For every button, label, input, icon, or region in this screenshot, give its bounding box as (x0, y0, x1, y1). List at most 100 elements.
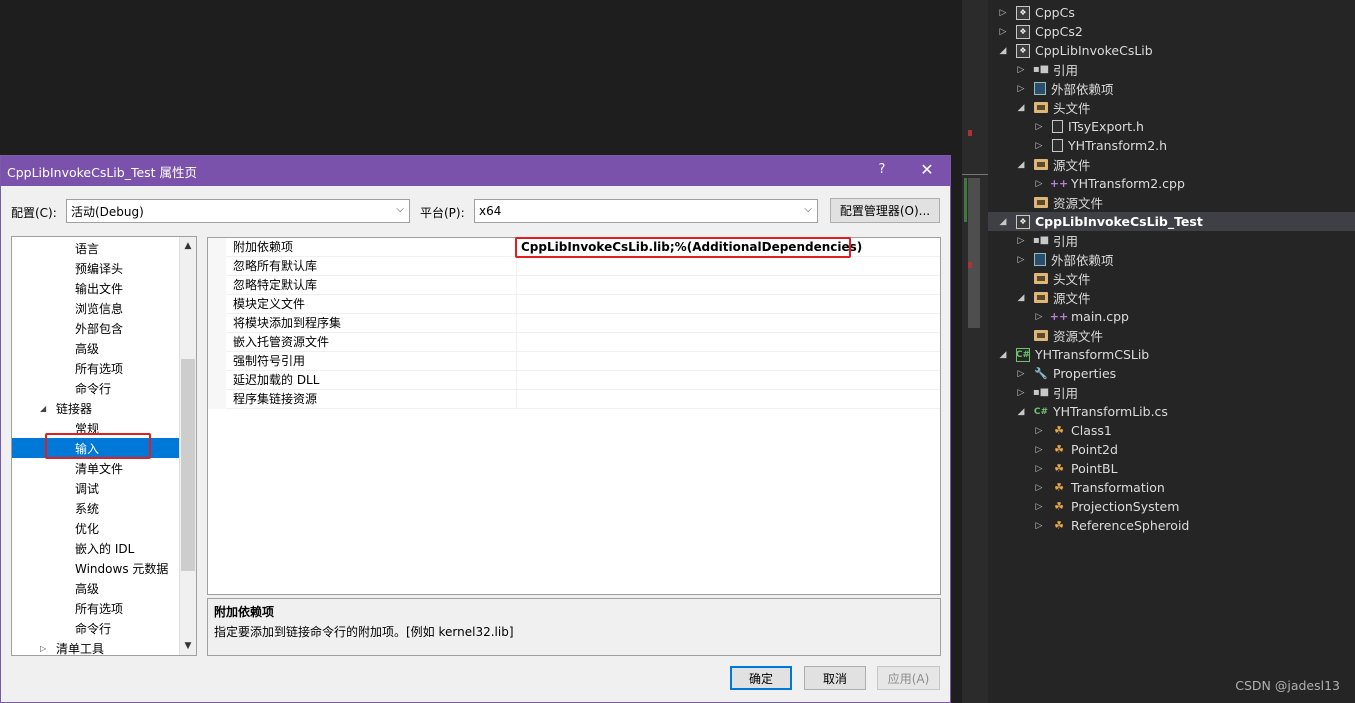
scroll-up-icon[interactable]: ▲ (180, 238, 196, 254)
solution-node[interactable]: ▷ ▪■ 引用 (988, 60, 1355, 79)
platform-dropdown[interactable]: x64 ⌵ (474, 199, 818, 223)
property-row[interactable]: 忽略所有默认库 (208, 257, 940, 276)
tree-item[interactable]: ▷ 清单工具 (12, 638, 179, 656)
expand-arrow-icon[interactable]: ▷ (1016, 255, 1026, 265)
property-row[interactable]: 程序集链接资源 (208, 390, 940, 409)
expand-arrow-icon[interactable]: ▷ (1016, 65, 1026, 75)
tree-item[interactable]: Windows 元数据 (12, 558, 179, 578)
expand-arrow-icon[interactable]: ▷ (1016, 388, 1026, 398)
property-row[interactable]: 强制符号引用 (208, 352, 940, 371)
tree-item[interactable]: 输出文件 (12, 278, 179, 298)
expand-arrow-icon[interactable]: ▷ (1034, 445, 1044, 455)
property-value[interactable] (516, 276, 940, 295)
tree-item[interactable]: 命令行 (12, 618, 179, 638)
tree-item[interactable]: 高级 (12, 338, 179, 358)
collapse-arrow-icon[interactable]: ◢ (998, 350, 1008, 360)
solution-node[interactable]: ◢ ❖ CppLibInvokeCsLib (988, 41, 1355, 60)
expand-arrow-icon[interactable]: ▷ (1016, 84, 1026, 94)
solution-node[interactable]: ◢ 源文件 (988, 288, 1355, 307)
solution-node[interactable]: ◢ 头文件 (988, 98, 1355, 117)
expand-arrow-icon[interactable]: ▷ (998, 27, 1008, 37)
solution-node[interactable]: ▷ ▪■ 引用 (988, 383, 1355, 402)
collapse-arrow-icon[interactable]: ◢ (1016, 160, 1026, 170)
apply-button[interactable]: 应用(A) (877, 666, 940, 690)
collapsed-arrow-icon[interactable]: ▷ (40, 644, 46, 653)
solution-node[interactable]: ▷ ☘ ProjectionSystem (988, 497, 1355, 516)
scrollbar-thumb[interactable] (181, 359, 195, 571)
expand-arrow-icon[interactable]: ▷ (1034, 426, 1044, 436)
solution-node[interactable]: ▷ YHTransform2.h (988, 136, 1355, 155)
solution-node[interactable]: ▷ ++ main.cpp (988, 307, 1355, 326)
expand-arrow-icon[interactable]: ▷ (1034, 521, 1044, 531)
tree-item[interactable]: 所有选项 (12, 358, 179, 378)
solution-node[interactable]: ▷ ☘ PointBL (988, 459, 1355, 478)
tree-item[interactable]: 调试 (12, 478, 179, 498)
solution-node[interactable]: ▷ ❖ CppCs (988, 3, 1355, 22)
property-row[interactable]: 附加依赖项 CppLibInvokeCsLib.lib;%(AdditionalD… (208, 238, 940, 257)
expand-arrow-icon[interactable]: ▷ (1034, 141, 1044, 151)
solution-node[interactable]: 资源文件 (988, 193, 1355, 212)
expand-arrow-icon[interactable]: ▷ (1034, 464, 1044, 474)
solution-node[interactable]: ▷ ITsyExport.h (988, 117, 1355, 136)
close-button[interactable]: ✕ (918, 161, 936, 179)
property-value[interactable] (516, 371, 940, 390)
solution-node[interactable]: 资源文件 (988, 326, 1355, 345)
solution-node[interactable]: ▷ ☘ Point2d (988, 440, 1355, 459)
collapse-arrow-icon[interactable]: ◢ (1016, 103, 1026, 113)
solution-node[interactable]: ◢ ❖ CppLibInvokeCsLib_Test (988, 212, 1355, 231)
scrollbar-thumb[interactable] (968, 178, 980, 328)
solution-node[interactable]: ▷ 🔧 Properties (988, 364, 1355, 383)
solution-node[interactable]: ▷ ☘ Class1 (988, 421, 1355, 440)
property-value[interactable] (516, 390, 940, 409)
expand-arrow-icon[interactable]: ▷ (1034, 179, 1044, 189)
property-row[interactable]: 将模块添加到程序集 (208, 314, 940, 333)
solution-node[interactable]: ▷ ☘ ReferenceSpheroid (988, 516, 1355, 535)
tree-item[interactable]: 所有选项 (12, 598, 179, 618)
solution-node[interactable]: ◢ 源文件 (988, 155, 1355, 174)
scroll-down-icon[interactable]: ▼ (180, 638, 196, 654)
solution-node[interactable]: ▷ ❖ CppCs2 (988, 22, 1355, 41)
tree-item[interactable]: 常规 (12, 418, 179, 438)
property-value[interactable] (516, 295, 940, 314)
tree-item[interactable]: 预编译头 (12, 258, 179, 278)
cancel-button[interactable]: 取消 (804, 666, 866, 690)
tree-item[interactable]: 语言 (12, 238, 179, 258)
expand-arrow-icon[interactable]: ▷ (998, 8, 1008, 18)
config-dropdown[interactable]: 活动(Debug) ⌵ (66, 199, 410, 223)
tree-item[interactable]: 嵌入的 IDL (12, 538, 179, 558)
expand-arrow-icon[interactable]: ▷ (1016, 369, 1026, 379)
ok-button[interactable]: 确定 (730, 666, 792, 690)
expanded-arrow-icon[interactable]: ◢ (40, 404, 46, 413)
collapse-arrow-icon[interactable]: ◢ (1016, 407, 1026, 417)
tree-item[interactable]: 优化 (12, 518, 179, 538)
tree-item[interactable]: 高级 (12, 578, 179, 598)
editor-scrollbar[interactable] (962, 0, 988, 703)
collapse-arrow-icon[interactable]: ◢ (1016, 293, 1026, 303)
collapse-arrow-icon[interactable]: ◢ (998, 217, 1008, 227)
property-row[interactable]: 延迟加载的 DLL (208, 371, 940, 390)
property-row[interactable]: 忽略特定默认库 (208, 276, 940, 295)
expand-arrow-icon[interactable]: ▷ (1034, 312, 1044, 322)
solution-node[interactable]: ▷ ☘ Transformation (988, 478, 1355, 497)
expand-arrow-icon[interactable]: ▷ (1034, 483, 1044, 493)
config-manager-button[interactable]: 配置管理器(O)... (830, 198, 940, 223)
tree-item[interactable]: 清单文件 (12, 458, 179, 478)
property-value[interactable]: CppLibInvokeCsLib.lib;%(AdditionalDepend… (516, 238, 940, 257)
tree-item[interactable]: 输入 (12, 438, 179, 458)
property-value[interactable] (516, 352, 940, 371)
tree-item[interactable]: ◢ 链接器 (12, 398, 179, 418)
property-row[interactable]: 嵌入托管资源文件 (208, 333, 940, 352)
expand-arrow-icon[interactable]: ▷ (1034, 502, 1044, 512)
solution-node[interactable]: ▷ ++ YHTransform2.cpp (988, 174, 1355, 193)
solution-node[interactable]: ◢ C# YHTransformLib.cs (988, 402, 1355, 421)
tree-item[interactable]: 命令行 (12, 378, 179, 398)
expand-arrow-icon[interactable]: ▷ (1034, 122, 1044, 132)
solution-node[interactable]: 头文件 (988, 269, 1355, 288)
help-button[interactable]: ? (874, 162, 890, 178)
property-value[interactable] (516, 314, 940, 333)
collapse-arrow-icon[interactable]: ◢ (998, 46, 1008, 56)
property-row[interactable]: 模块定义文件 (208, 295, 940, 314)
solution-node[interactable]: ▷ 外部依赖项 (988, 79, 1355, 98)
tree-scrollbar[interactable]: ▲ ▼ (179, 237, 196, 655)
solution-node[interactable]: ▷ 外部依赖项 (988, 250, 1355, 269)
